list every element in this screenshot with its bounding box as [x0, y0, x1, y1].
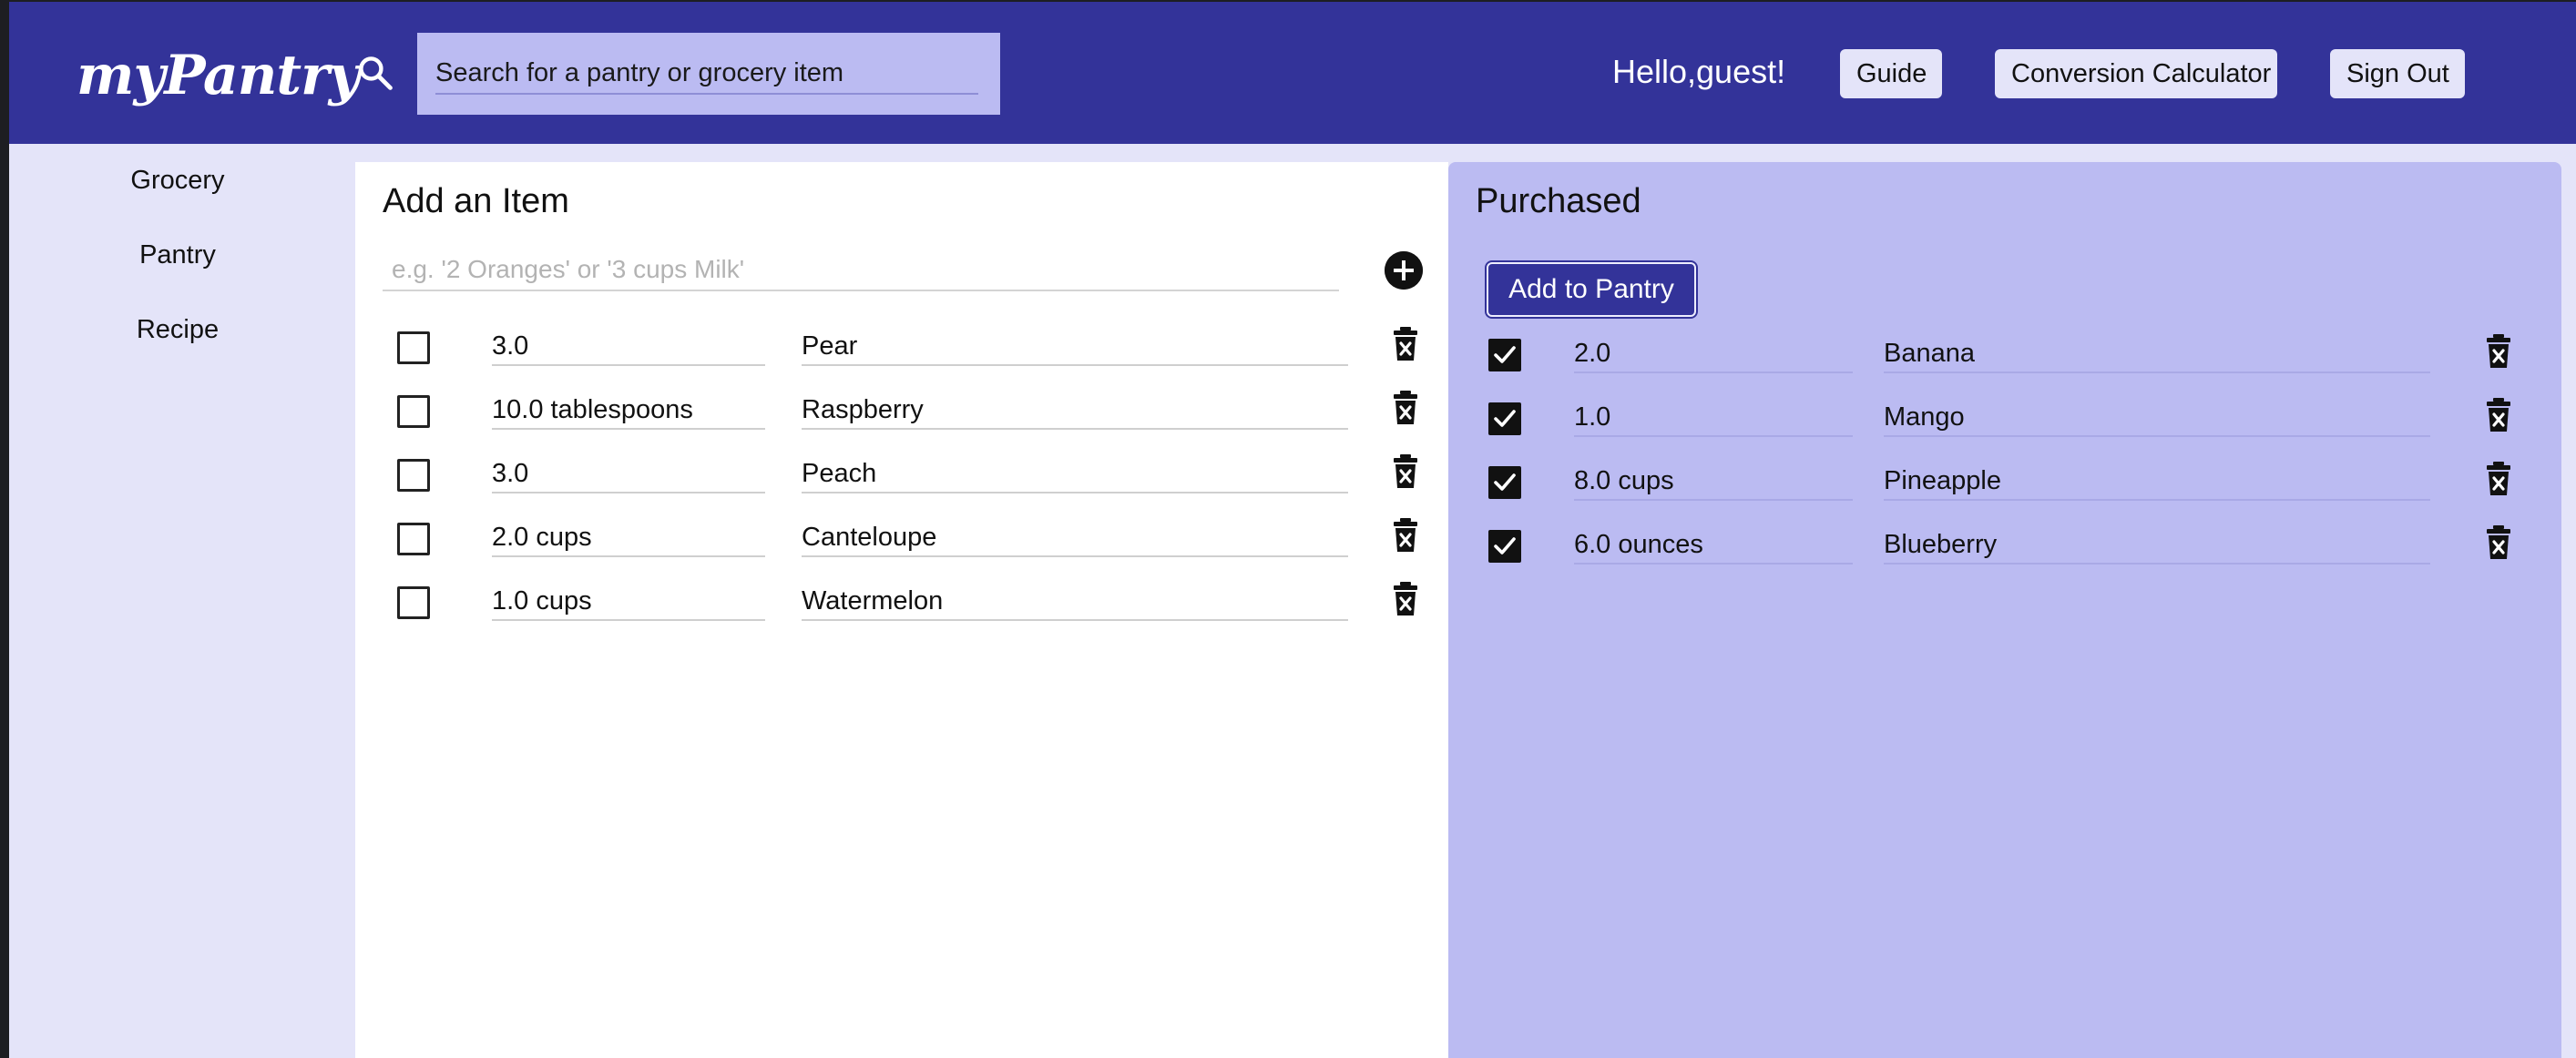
item-checkbox[interactable] [1488, 530, 1521, 563]
item-name-field[interactable]: Canteloupe [802, 519, 1348, 557]
trash-x-icon [2487, 462, 2510, 495]
trash-x-icon [1394, 582, 1417, 615]
delete-item-button[interactable] [2485, 461, 2512, 497]
list-item: 3.0 Peach [355, 452, 1448, 503]
add-item-input[interactable] [383, 249, 1339, 291]
delete-item-button[interactable] [1392, 453, 1419, 490]
delete-item-button[interactable] [2485, 333, 2512, 370]
item-checkbox[interactable] [397, 523, 430, 555]
sidebar: Grocery Pantry Recipe [9, 144, 346, 1058]
delete-item-button[interactable] [1392, 326, 1419, 362]
sidebar-item-pantry[interactable]: Pantry [9, 240, 346, 270]
item-quantity-field[interactable]: 3.0 [492, 328, 765, 366]
delete-item-button[interactable] [1392, 581, 1419, 617]
checkmark-icon [1494, 410, 1516, 427]
delete-item-button[interactable] [1392, 517, 1419, 554]
grocery-panel: Add an Item 3.0 Pear 10.0 tablespoons Raspb… [355, 162, 1448, 1058]
item-checkbox[interactable] [1488, 339, 1521, 371]
trash-x-icon [2487, 398, 2510, 432]
trash-x-icon [1394, 391, 1417, 424]
item-name-field[interactable]: Watermelon [802, 583, 1348, 621]
plus-circle-icon [1385, 251, 1423, 290]
item-name-field[interactable]: Mango [1884, 399, 2430, 437]
item-quantity-field[interactable]: 8.0 cups [1574, 463, 1853, 501]
panel-title: Purchased [1476, 182, 1641, 220]
search-icon[interactable] [355, 53, 395, 93]
list-item: 3.0 Pear [355, 324, 1448, 375]
checkmark-icon [1494, 537, 1516, 554]
list-item: 6.0 ounces Blueberry [1448, 523, 2561, 574]
guide-button[interactable]: Guide [1840, 49, 1942, 98]
item-quantity-field[interactable]: 1.0 [1574, 399, 1853, 437]
list-item: 1.0 cups Watermelon [355, 579, 1448, 630]
list-item: 2.0 Banana [1448, 331, 2561, 382]
panel-title: Add an Item [383, 182, 569, 220]
sign-out-button[interactable]: Sign Out [2330, 49, 2465, 98]
top-header: myPantry Hello,guest! Guide Conversion C… [9, 2, 2576, 144]
list-item: 1.0 Mango [1448, 395, 2561, 446]
purchased-panel: Purchased Add to Pantry 2.0 Banana 1.0 Mang… [1448, 162, 2561, 1058]
trash-x-icon [1394, 327, 1417, 361]
delete-item-button[interactable] [2485, 524, 2512, 561]
item-checkbox[interactable] [397, 395, 430, 428]
checkmark-icon [1494, 473, 1516, 491]
item-name-field[interactable]: Blueberry [1884, 526, 2430, 565]
add-to-pantry-button[interactable]: Add to Pantry [1487, 262, 1696, 317]
item-quantity-field[interactable]: 3.0 [492, 455, 765, 493]
item-quantity-field[interactable]: 10.0 tablespoons [492, 392, 765, 430]
item-name-field[interactable]: Raspberry [802, 392, 1348, 430]
item-name-field[interactable]: Banana [1884, 335, 2430, 373]
add-item-button[interactable] [1385, 251, 1423, 290]
item-checkbox[interactable] [1488, 402, 1521, 435]
app-logo[interactable]: myPantry [77, 44, 361, 107]
item-checkbox[interactable] [397, 459, 430, 492]
checkmark-icon [1494, 346, 1516, 363]
search-box [417, 33, 1000, 115]
item-name-field[interactable]: Pear [802, 328, 1348, 366]
item-quantity-field[interactable]: 1.0 cups [492, 583, 765, 621]
trash-x-icon [2487, 525, 2510, 559]
search-input[interactable] [435, 53, 978, 95]
item-name-field[interactable]: Peach [802, 455, 1348, 493]
item-quantity-field[interactable]: 2.0 [1574, 335, 1853, 373]
sidebar-item-grocery[interactable]: Grocery [9, 166, 346, 196]
item-quantity-field[interactable]: 2.0 cups [492, 519, 765, 557]
item-name-field[interactable]: Pineapple [1884, 463, 2430, 501]
sidebar-item-recipe[interactable]: Recipe [9, 315, 346, 345]
trash-x-icon [2487, 334, 2510, 368]
trash-x-icon [1394, 454, 1417, 488]
app-window: myPantry Hello,guest! Guide Conversion C… [9, 2, 2576, 1058]
trash-x-icon [1394, 518, 1417, 552]
item-checkbox[interactable] [397, 331, 430, 364]
item-quantity-field[interactable]: 6.0 ounces [1574, 526, 1853, 565]
list-item: 2.0 cups Canteloupe [355, 515, 1448, 566]
conversion-calculator-button[interactable]: Conversion Calculator [1995, 49, 2277, 98]
delete-item-button[interactable] [1392, 390, 1419, 426]
greeting-text: Hello,guest! [1612, 53, 1786, 90]
delete-item-button[interactable] [2485, 397, 2512, 433]
list-item: 8.0 cups Pineapple [1448, 459, 2561, 510]
item-checkbox[interactable] [397, 586, 430, 619]
item-checkbox[interactable] [1488, 466, 1521, 499]
window-edge [0, 0, 9, 1058]
list-item: 10.0 tablespoons Raspberry [355, 388, 1448, 439]
